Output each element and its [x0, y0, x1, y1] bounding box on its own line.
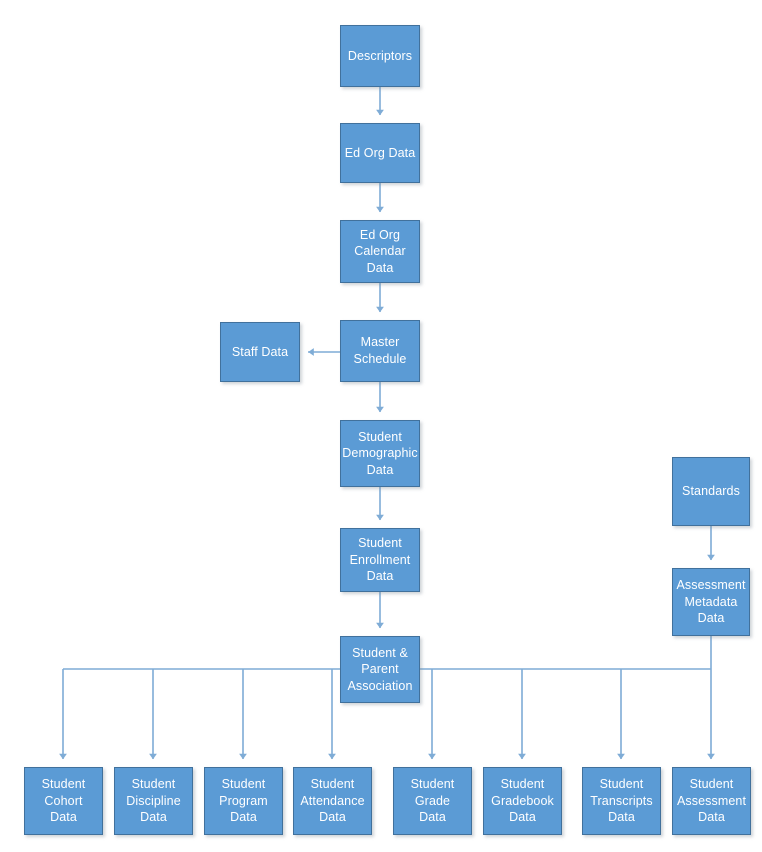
- node-label: Student Cohort Data: [41, 777, 86, 825]
- node-label: Student Attendance Data: [300, 777, 365, 825]
- node-student-demographic-data[interactable]: Student Demographic Data: [340, 420, 420, 487]
- node-label: Descriptors: [347, 48, 413, 63]
- node-label: Student Discipline Data: [126, 777, 181, 825]
- node-student-assessment-data[interactable]: Student Assessment Data: [672, 767, 751, 835]
- node-ed-org-calendar-data[interactable]: Ed Org Calendar Data: [340, 220, 420, 283]
- node-label: Assessment Metadata Data: [676, 578, 746, 626]
- node-ed-org-data[interactable]: Ed Org Data: [340, 123, 420, 183]
- node-student-program-data[interactable]: Student Program Data: [204, 767, 283, 835]
- node-descriptors[interactable]: Descriptors: [340, 25, 420, 87]
- node-standards[interactable]: Standards: [672, 457, 750, 526]
- node-label: Staff Data: [231, 344, 289, 359]
- node-student-enrollment-data[interactable]: Student Enrollment Data: [340, 528, 420, 592]
- node-student-cohort-data[interactable]: Student Cohort Data: [24, 767, 103, 835]
- node-label: Student Transcripts Data: [590, 777, 653, 825]
- node-label: Ed Org Calendar Data: [354, 227, 406, 275]
- node-label: Master Schedule: [353, 335, 407, 366]
- node-label: Student Assessment Data: [676, 777, 747, 825]
- node-label: Student Program Data: [219, 777, 268, 825]
- node-label: Student Gradebook Data: [491, 777, 554, 825]
- node-label: Ed Org Data: [344, 145, 416, 160]
- node-student-parent-association[interactable]: Student & Parent Association: [340, 636, 420, 703]
- node-label: Standards: [682, 484, 740, 499]
- node-master-schedule[interactable]: Master Schedule: [340, 320, 420, 382]
- node-label: Student & Parent Association: [347, 645, 413, 693]
- node-student-discipline-data[interactable]: Student Discipline Data: [114, 767, 193, 835]
- node-staff-data[interactable]: Staff Data: [220, 322, 300, 382]
- node-student-transcripts-data[interactable]: Student Transcripts Data: [582, 767, 661, 835]
- node-assessment-metadata-data[interactable]: Assessment Metadata Data: [672, 568, 750, 636]
- node-student-attendance-data[interactable]: Student Attendance Data: [293, 767, 372, 835]
- flowchart-canvas: Descriptors Ed Org Data Ed Org Calendar Da…: [0, 0, 762, 852]
- node-label: Student Grade Data: [410, 777, 455, 825]
- node-label: Student Enrollment Data: [349, 536, 411, 584]
- node-student-grade-data[interactable]: Student Grade Data: [393, 767, 472, 835]
- node-label: Student Demographic Data: [342, 429, 418, 477]
- node-student-gradebook-data[interactable]: Student Gradebook Data: [483, 767, 562, 835]
